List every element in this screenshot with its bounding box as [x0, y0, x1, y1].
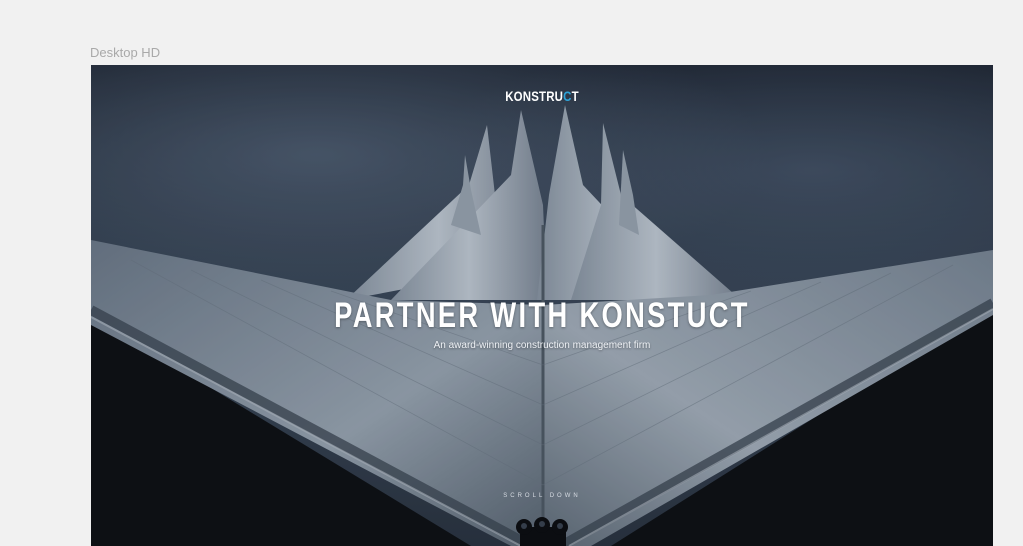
artboard-label: Desktop HD	[90, 45, 161, 60]
logo-text-end: T	[571, 88, 579, 104]
logo-text-main: KONSTRU	[505, 88, 564, 104]
brand-logo[interactable]: KONSTRUCT	[172, 88, 912, 104]
scroll-down-link[interactable]: SCROLL DOWN	[91, 493, 993, 499]
desktop-hd-artboard: KONSTRUCT PARTNER WITH KONSTUCT An award…	[91, 65, 993, 546]
hero-headline: PARTNER WITH KONSTUCT	[334, 296, 750, 335]
logo-accent-glyph: C	[563, 88, 572, 104]
hero-subheadline: An award-winning construction management…	[433, 340, 651, 351]
